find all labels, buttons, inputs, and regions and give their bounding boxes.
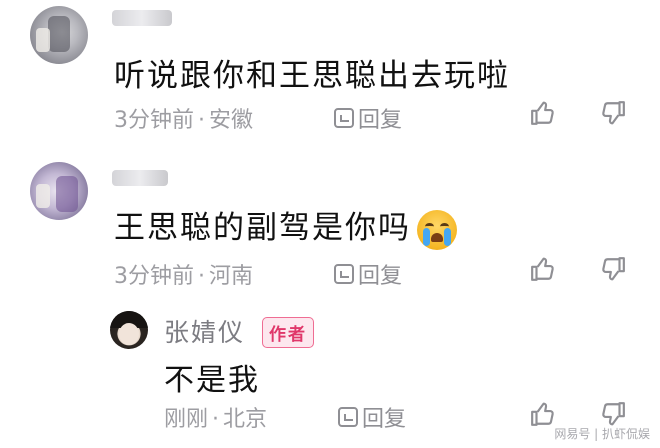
reply-time: 刚刚 (164, 407, 209, 432)
avatar[interactable] (30, 162, 88, 220)
reply-icon (334, 108, 354, 128)
comment-text: 王思聪的副驾是你吗 (114, 202, 457, 250)
comment-meta: 3分钟前 · 安徽 (114, 102, 253, 134)
reply-text: 不是我 (164, 363, 260, 398)
reply-meta: 刚刚 · 北京 (164, 401, 267, 433)
meta-separator: · (212, 407, 220, 432)
reply-location: 北京 (223, 407, 268, 432)
meta-separator: · (198, 108, 205, 133)
like-icon[interactable] (530, 256, 556, 282)
comment-time: 3分钟前 (114, 108, 194, 133)
comment-location: 安徽 (209, 108, 254, 133)
reply-label: 回复 (362, 407, 407, 432)
dislike-icon[interactable] (600, 100, 626, 126)
reply-label: 回复 (358, 264, 403, 289)
comment-meta: 3分钟前 · 河南 (114, 258, 253, 290)
reply-button[interactable]: 回复 (334, 258, 402, 290)
reply-button[interactable]: 回复 (338, 401, 406, 433)
comment-item: 听说跟你和王思聪出去玩啦 3分钟前 · 安徽 回复 (0, 0, 660, 140)
username-blurred[interactable] (112, 10, 172, 26)
dislike-icon[interactable] (600, 401, 626, 427)
like-icon[interactable] (530, 401, 556, 427)
reply-icon (334, 264, 354, 284)
crying-face-icon (417, 209, 457, 250)
author-badge: 作者 (262, 317, 314, 348)
comment-item: 王思聪的副驾是你吗 3分钟前 · 河南 回复 (0, 150, 660, 290)
username-blurred[interactable] (112, 170, 168, 186)
like-icon[interactable] (530, 100, 556, 126)
avatar[interactable] (30, 6, 88, 64)
dislike-icon[interactable] (600, 256, 626, 282)
author-avatar[interactable] (110, 311, 148, 349)
comment-time: 3分钟前 (114, 264, 194, 289)
meta-separator: · (198, 264, 205, 289)
watermark: 网易号 | 扒虾侃娱 (554, 427, 650, 441)
comment-text-content: 王思聪的副驾是你吗 (114, 210, 411, 246)
reply-icon (338, 407, 358, 427)
reply-button[interactable]: 回复 (334, 102, 402, 134)
reply-label: 回复 (358, 108, 403, 133)
author-username[interactable]: 张婧仪 (164, 313, 245, 349)
comment-text: 听说跟你和王思聪出去玩啦 (114, 58, 510, 94)
comment-location: 河南 (209, 264, 254, 289)
